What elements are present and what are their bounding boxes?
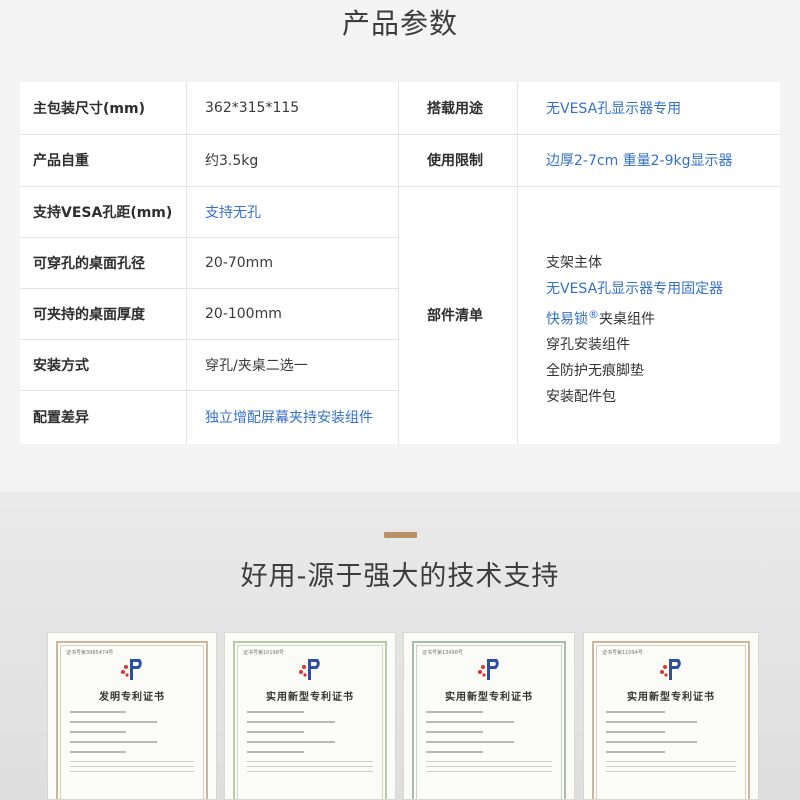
list-item: 快易锁®夹桌组件 [546,302,723,333]
spec-label: 可夹持的桌面厚度 [33,306,145,323]
spec-value: 穿孔/夹桌二选一 [205,357,308,374]
cert-title: 实用新型专利证书 [627,692,715,703]
cert-number: 证书号第11094号 [602,650,643,656]
spec-label: 产品自重 [33,153,89,169]
gold-divider [384,532,417,538]
patent-emblem-icon [478,659,499,680]
spec-label: 使用限制 [427,153,483,169]
patent-certificate: 证书号第10198号 实用新型专利证书 [224,632,396,800]
cert-title: 实用新型专利证书 [445,692,533,703]
parts-label: 部件清单 [427,308,483,324]
list-item: 安装配件包 [546,388,616,405]
spec-value: 独立增配屏幕夹持安装组件 [205,410,373,426]
section-title-tech: 好用-源于强大的技术支持 [240,561,560,592]
spec-value: 边厚2-7cm 重量2-9kg显示器 [546,153,733,169]
patent-certificate: 证书号第11094号 实用新型专利证书 [583,632,759,800]
spec-label: 安装方式 [33,357,89,374]
patent-certificate: 证书号第13498号 实用新型专利证书 [403,632,575,800]
spec-label: 配置差异 [33,410,89,426]
spec-value: 约3.5kg [205,153,259,169]
spec-table: 主包装尺寸(mm) 362*315*115 产品自重 约3.5kg 支持VESA… [20,82,780,444]
cert-number: 证书号第3985474号 [66,650,114,656]
section-title-params: 产品参数 [341,7,458,40]
cert-number: 证书号第10198号 [243,650,284,656]
list-item-suffix: 夹桌组件 [599,311,655,328]
spec-value: 362*315*115 [205,100,300,116]
registered-mark: ® [588,308,599,322]
spec-label: 主包装尺寸(mm) [33,101,145,117]
cert-title: 发明专利证书 [99,692,165,703]
spec-value: 无VESA孔显示器专用 [546,101,682,117]
list-item-brand: 快易锁 [546,311,588,328]
patent-emblem-icon [299,659,320,680]
parts-list: 支架主体 无VESA孔显示器专用固定器 快易锁®夹桌组件 穿孔安装组件 全防护无… [546,251,723,410]
cert-number: 证书号第13498号 [422,650,463,656]
spec-label: 可穿孔的桌面孔径 [33,255,145,272]
product-params-section: 产品参数 主包装尺寸(mm) 362*315*115 产品自重 约3.5kg 支… [0,0,800,492]
list-item: 支架主体 [546,255,602,271]
spec-value: 支持无孔 [205,204,261,221]
spec-label: 支持VESA孔距(mm) [33,204,173,221]
list-item: 全防护无痕脚垫 [546,363,644,380]
patent-emblem-icon [121,659,142,680]
patent-emblem-icon [660,659,681,680]
patent-certificate: 证书号第3985474号 发明专利证书 [47,632,217,800]
list-item: 无VESA孔显示器专用固定器 [546,280,724,297]
cert-title: 实用新型专利证书 [266,692,354,703]
spec-label: 搭载用途 [427,101,483,117]
list-item: 穿孔安装组件 [546,337,630,354]
spec-value: 20-70mm [205,254,273,271]
spec-value: 20-100mm [205,305,282,322]
